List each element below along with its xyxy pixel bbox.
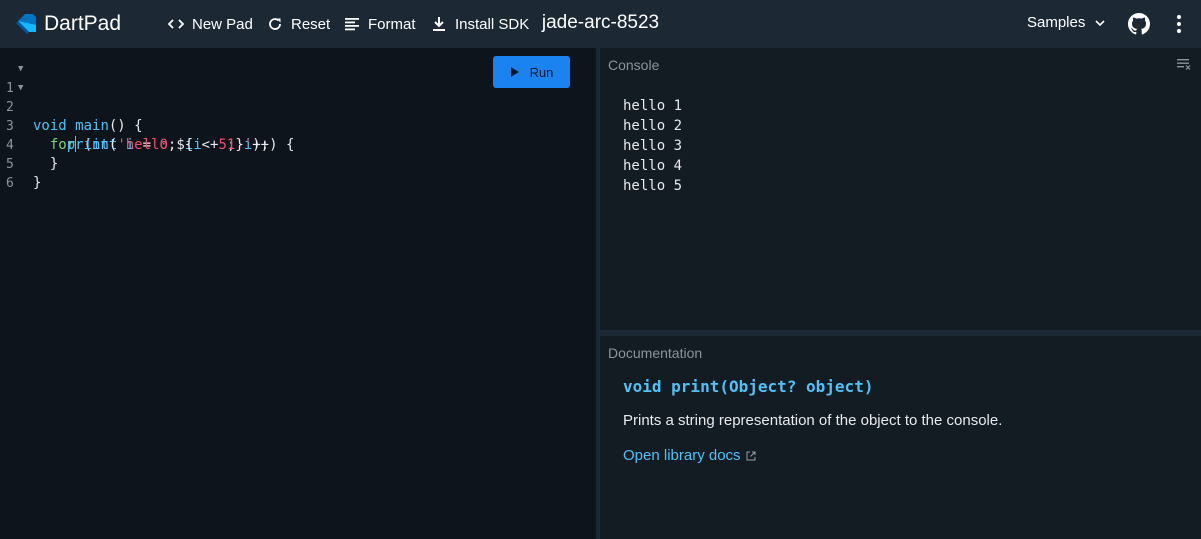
documentation-panel: Documentation: [600, 336, 1201, 539]
fold-arrow-icon[interactable]: ▼: [18, 60, 23, 79]
console-line: hello 5: [623, 178, 683, 194]
documentation-title: Documentation: [608, 345, 703, 361]
code-brackets-icon: [168, 19, 184, 29]
pad-title[interactable]: jade-arc-8523: [542, 12, 659, 33]
install-sdk-button[interactable]: Install SDK: [431, 14, 529, 34]
fold-arrow-icon[interactable]: ▼: [18, 79, 23, 98]
refresh-icon: [269, 18, 281, 30]
console-output: hello 1 hello 2 hello 3 hello 4 hello 5: [623, 96, 682, 196]
format-button[interactable]: Format: [344, 14, 416, 34]
code-line: 1 ▼ void main() {: [0, 60, 143, 134]
line-number: 6: [6, 176, 14, 191]
console-panel: Console: [600, 48, 1201, 330]
code-line: 3 print('hello ${i + 1}');: [6, 119, 270, 153]
console-line: hello 3: [623, 138, 683, 154]
app-name: DartPad: [44, 12, 122, 35]
console-line: hello 4: [623, 158, 683, 174]
install-sdk-label: Install SDK: [455, 15, 530, 33]
format-label: Format: [368, 15, 416, 33]
run-label: Run: [529, 64, 554, 80]
clear-console-icon[interactable]: [1177, 58, 1191, 70]
play-icon: [510, 67, 519, 77]
console-title: Console: [608, 57, 660, 73]
run-button[interactable]: Run: [493, 56, 570, 88]
code-line: 5 }: [6, 157, 42, 191]
code-editor[interactable]: 1 ▼ void main() { 2 ▼ for (int i = 0; i …: [0, 48, 596, 539]
reset-label: Reset: [291, 15, 331, 33]
top-bar: DartPad New Pad Reset Format Install SDK…: [0, 0, 1201, 48]
samples-dropdown[interactable]: Samples: [1027, 14, 1106, 31]
github-icon[interactable]: [1128, 13, 1150, 35]
console-line: hello 1: [623, 98, 683, 114]
open-library-docs-link[interactable]: Open library docs: [623, 447, 756, 464]
new-pad-label: New Pad: [192, 15, 253, 33]
code-line: 2 ▼ for (int i = 0; i < 5; i++) {: [0, 79, 294, 153]
code-lines: 1 ▼ void main() { 2 ▼ for (int i = 0; i …: [0, 60, 294, 191]
samples-label: Samples: [1027, 14, 1086, 31]
download-icon: [433, 17, 445, 31]
more-vert-icon[interactable]: [1170, 13, 1188, 35]
console-line: hello 2: [623, 118, 683, 134]
format-lines-icon: [345, 18, 359, 31]
doc-signature: void print(Object? object): [623, 377, 874, 396]
dart-logo-icon: [16, 14, 36, 34]
new-pad-button[interactable]: New Pad: [168, 14, 253, 34]
doc-description: Prints a string representation of the ob…: [623, 412, 1003, 429]
dartpad-logo[interactable]: DartPad: [14, 12, 121, 36]
code-line: 4 }: [6, 138, 59, 172]
doc-link-label: Open library docs: [623, 447, 741, 464]
chevron-down-icon: [1095, 19, 1105, 26]
text-cursor: [75, 136, 77, 152]
external-link-icon: [746, 451, 756, 460]
code-line: 6: [0, 155, 51, 191]
reset-button[interactable]: Reset: [267, 14, 330, 34]
